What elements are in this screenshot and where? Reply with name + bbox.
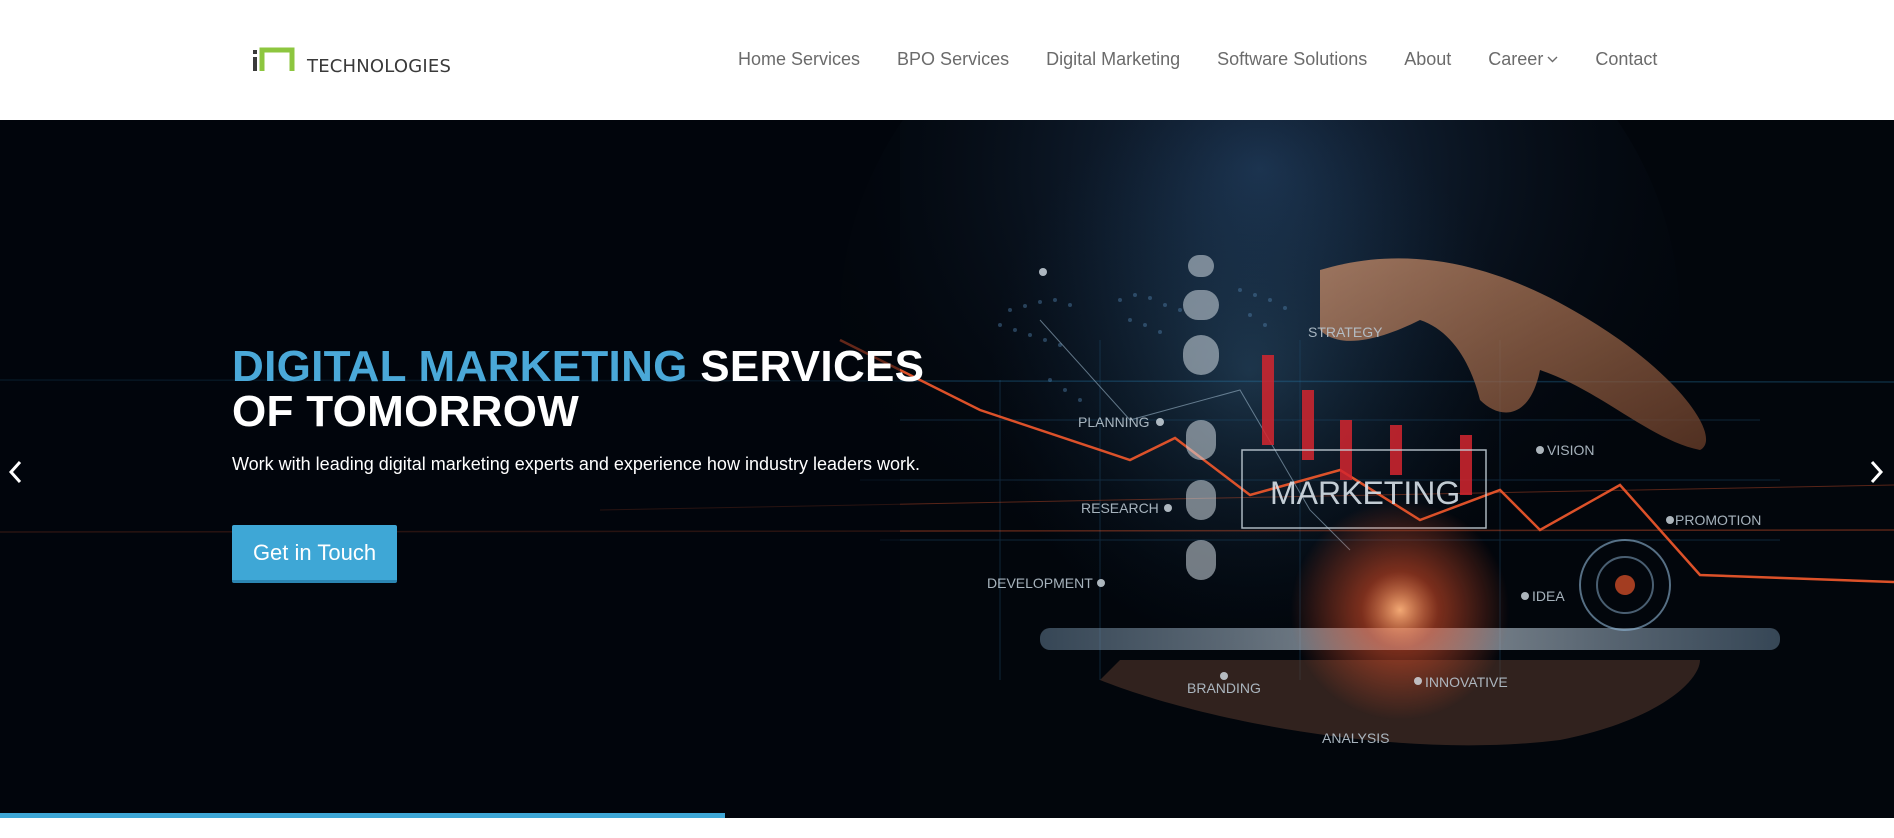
graphic-analysis-label: ANALYSIS (1322, 730, 1389, 746)
graphic-vision-label: VISION (1547, 442, 1594, 458)
main-nav: Home Services BPO Services Digital Marke… (738, 47, 1657, 71)
graphic-idea-label: IDEA (1532, 588, 1565, 604)
nav-home-services[interactable]: Home Services (738, 49, 860, 70)
chevron-right-icon (1870, 460, 1884, 484)
nav-digital-marketing[interactable]: Digital Marketing (1046, 49, 1180, 70)
chevron-down-icon (1547, 56, 1558, 63)
graphic-development-label: DEVELOPMENT (987, 575, 1093, 591)
graphic-planning-label: PLANNING (1078, 414, 1150, 430)
nav-about[interactable]: About (1404, 49, 1451, 70)
graphic-promotion-label: PROMOTION (1675, 512, 1761, 528)
headline-line2: OF TOMORROW (232, 387, 580, 436)
graphic-branding-label: BRANDING (1187, 680, 1261, 696)
get-in-touch-button[interactable]: Get in Touch (232, 525, 397, 583)
site-header: TECHNOLOGIES Home Services BPO Services … (0, 0, 1894, 120)
headline-accent: DIGITAL MARKETING (232, 342, 688, 391)
nav-career-label: Career (1488, 48, 1544, 69)
nav-contact[interactable]: Contact (1595, 49, 1657, 70)
headline-rest: SERVICES (687, 342, 925, 391)
site-logo[interactable]: TECHNOLOGIES (251, 44, 451, 78)
graphic-innovative-label: INNOVATIVE (1425, 674, 1508, 690)
hero-slider: MARKETING STRATEGY PLANNING RESEARCH DEV… (0, 120, 1894, 818)
nav-software-solutions[interactable]: Software Solutions (1217, 49, 1367, 70)
hero-content: DIGITAL MARKETING SERVICES OF TOMORROW W… (232, 344, 992, 583)
hero-headline: DIGITAL MARKETING SERVICES OF TOMORROW (232, 344, 992, 434)
graphic-research-label: RESEARCH (1081, 500, 1159, 516)
chevron-left-icon (8, 460, 22, 484)
page-bottom-strip (0, 818, 1894, 838)
slider-next-button[interactable] (1862, 454, 1892, 490)
nav-career[interactable]: Career (1488, 49, 1558, 70)
hero-subline: Work with leading digital marketing expe… (232, 454, 921, 474)
slider-prev-button[interactable] (0, 454, 30, 490)
graphic-strategy-label: STRATEGY (1308, 324, 1383, 340)
in-logo-icon (253, 47, 295, 71)
logo-text: TECHNOLOGIES (307, 56, 452, 77)
nav-bpo-services[interactable]: BPO Services (897, 49, 1009, 70)
